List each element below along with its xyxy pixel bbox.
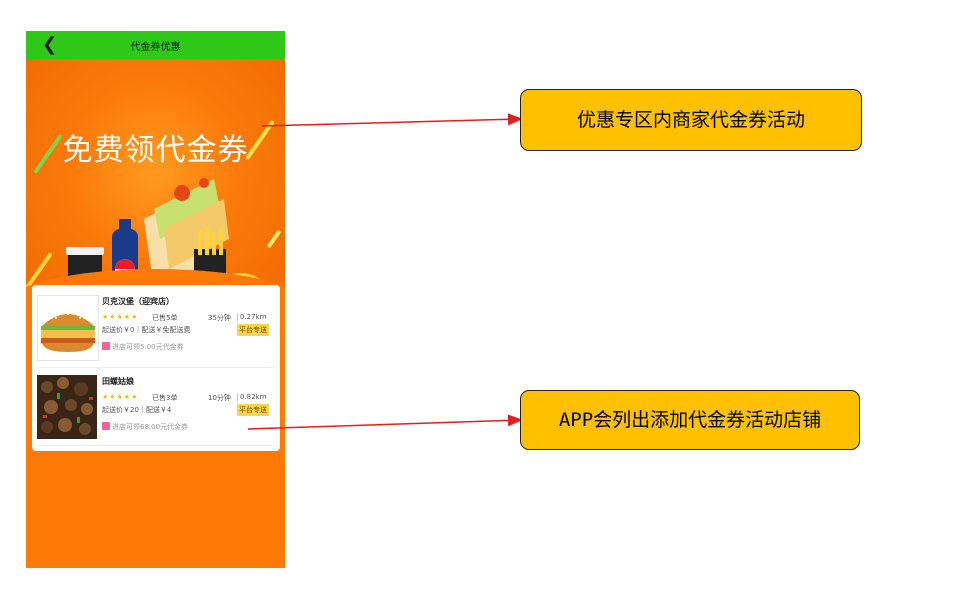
callout-coupon-zone: 优惠专区内商家代金券活动 — [520, 89, 862, 151]
arrow-to-banner — [261, 113, 523, 127]
callout-shop-list: APP会列出添加代金券活动店铺 — [520, 390, 860, 450]
arrow-to-shop-list — [247, 414, 523, 430]
